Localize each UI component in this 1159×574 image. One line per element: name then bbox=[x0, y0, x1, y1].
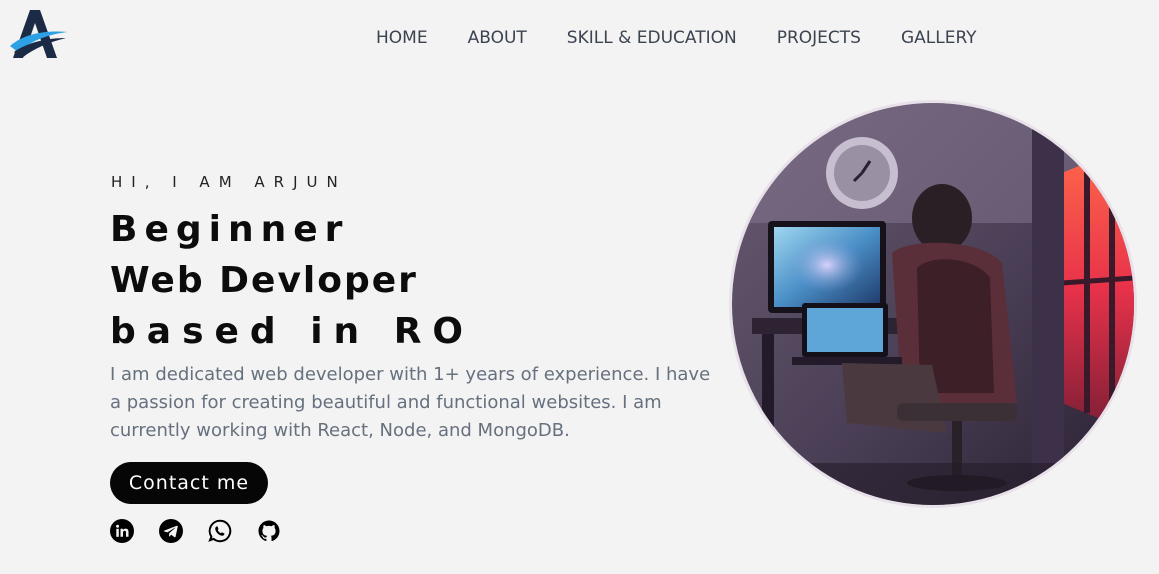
profile-image bbox=[732, 103, 1134, 505]
nav-about[interactable]: ABOUT bbox=[468, 28, 527, 48]
nav-home[interactable]: HOME bbox=[376, 28, 428, 48]
hero-headline: Beginner Web Devloper based in RO bbox=[110, 204, 474, 357]
hero-greeting: HI, I AM ARJUN bbox=[111, 173, 347, 191]
brand-logo[interactable] bbox=[10, 8, 68, 60]
headline-line-3: based in RO bbox=[110, 311, 475, 352]
social-links bbox=[110, 519, 281, 543]
main-nav: HOME ABOUT SKILL & EDUCATION PROJECTS GA… bbox=[376, 28, 1017, 48]
headline-line-2: Web Devloper bbox=[110, 260, 418, 301]
nav-skill-education[interactable]: SKILL & EDUCATION bbox=[567, 28, 737, 48]
linkedin-icon[interactable] bbox=[110, 519, 134, 543]
telegram-icon[interactable] bbox=[159, 519, 183, 543]
developer-illustration bbox=[732, 103, 1134, 505]
github-icon[interactable] bbox=[257, 519, 281, 543]
nav-projects[interactable]: PROJECTS bbox=[777, 28, 861, 48]
headline-line-1: Beginner bbox=[110, 209, 350, 250]
contact-me-button[interactable]: Contact me bbox=[110, 462, 268, 504]
nav-gallery[interactable]: GALLERY bbox=[901, 28, 977, 48]
whatsapp-icon[interactable] bbox=[208, 519, 232, 543]
hero-bio: I am dedicated web developer with 1+ yea… bbox=[110, 364, 711, 441]
